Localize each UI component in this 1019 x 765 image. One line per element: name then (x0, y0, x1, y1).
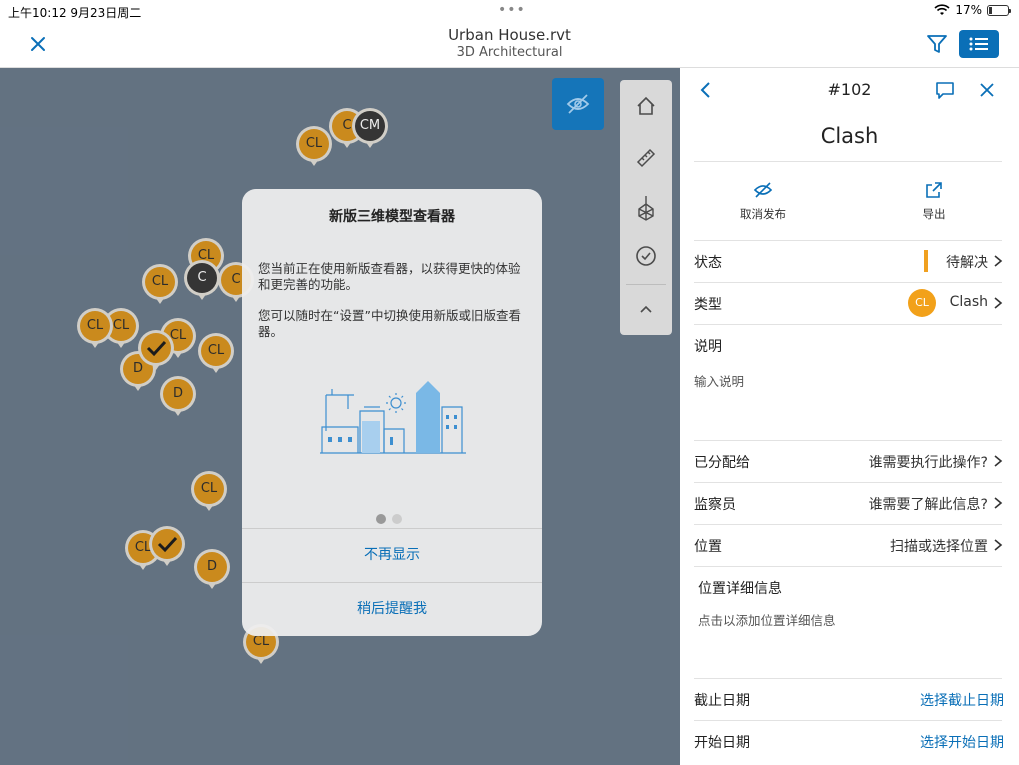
status-row[interactable]: 状态 待解决 (694, 241, 1004, 282)
status-color-bar (924, 250, 928, 272)
issue-list-button[interactable] (959, 30, 999, 58)
location-details-row: 位置详细信息 (698, 567, 1008, 608)
issue-title: Clash (820, 124, 879, 148)
page-dot (392, 514, 402, 524)
start-date-value[interactable]: 选择开始日期 (920, 732, 1004, 752)
status-label: 状态 (694, 255, 722, 271)
status-bar: 上午10:12 9月23日周二 ••• 17% (0, 0, 1019, 22)
comment-icon[interactable] (933, 78, 957, 102)
type-value: Clash (949, 294, 988, 310)
description-label: 说明 (694, 339, 722, 355)
list-icon (969, 37, 988, 51)
chevron-right-icon (994, 297, 1003, 309)
dont-show-again-button[interactable]: 不再显示 (242, 528, 542, 580)
divider (694, 161, 1002, 162)
due-date-row[interactable]: 截止日期 选择截止日期 (694, 679, 1004, 720)
location-label: 位置 (694, 539, 722, 555)
type-row[interactable]: 类型 CL Clash (694, 283, 1004, 324)
dialog-paragraph: 您可以随时在“设置”中切换使用新版或旧版查看器。 (258, 308, 521, 339)
issue-detail-panel: #102 Clash 取消发布 导出 状态 待解决 类型 CL Clash 说明… (680, 68, 1019, 765)
export-label: 导出 (922, 207, 946, 221)
app-header: Urban House.rvt 3D Architectural (0, 22, 1019, 68)
unpublish-button[interactable]: 取消发布 (718, 178, 808, 222)
wifi-icon (934, 4, 950, 15)
status-right: 17% (934, 3, 1011, 17)
issue-number: #102 (827, 80, 872, 99)
due-date-label: 截止日期 (694, 693, 750, 709)
chevron-right-icon (994, 255, 1003, 267)
page-dot-active (376, 514, 386, 524)
location-row[interactable]: 位置 扫描或选择位置 (694, 525, 1004, 566)
share-icon (926, 182, 942, 198)
filter-icon[interactable] (925, 32, 949, 56)
assigned-label: 已分配给 (694, 455, 750, 471)
type-avatar: CL (908, 289, 936, 317)
remind-later-button[interactable]: 稍后提醒我 (242, 582, 542, 634)
city-illustration-icon (320, 381, 466, 454)
battery-percent: 17% (955, 3, 982, 17)
assigned-row[interactable]: 已分配给 谁需要执行此操作? (694, 441, 1004, 482)
document-title: Urban House.rvt (448, 26, 571, 44)
page-indicator (376, 509, 416, 524)
watchers-row[interactable]: 监察员 谁需要了解此信息? (694, 483, 1004, 524)
status-value: 待解决 (946, 255, 988, 271)
description-row: 说明 (694, 325, 1004, 366)
chevron-right-icon (994, 497, 1003, 509)
eye-off-icon (753, 182, 773, 198)
type-label: 类型 (694, 297, 722, 313)
location-details-label: 位置详细信息 (698, 581, 782, 597)
dialog-paragraph: 您当前正在使用新版查看器，以获得更快的体验和更完善的功能。 (258, 261, 521, 292)
due-date-value[interactable]: 选择截止日期 (920, 690, 1004, 710)
model-viewer[interactable]: CL C CM CL C C CL CL CL CL CL D D CL CL … (0, 68, 680, 765)
multitask-dots[interactable]: ••• (498, 2, 526, 18)
battery-icon (987, 4, 1011, 16)
watchers-value: 谁需要了解此信息? (868, 497, 988, 513)
chevron-right-icon (994, 455, 1003, 467)
location-value: 扫描或选择位置 (890, 539, 988, 555)
watchers-label: 监察员 (694, 497, 736, 513)
assigned-value: 谁需要执行此操作? (868, 455, 988, 471)
start-date-label: 开始日期 (694, 735, 750, 751)
close-icon[interactable] (975, 78, 999, 102)
unpublish-label: 取消发布 (740, 207, 786, 221)
document-subtitle: 3D Architectural (456, 45, 563, 60)
export-button[interactable]: 导出 (889, 178, 979, 222)
chevron-right-icon (994, 539, 1003, 551)
location-details-input[interactable]: 点击以添加位置详细信息 (698, 610, 836, 629)
description-input[interactable]: 输入说明 (694, 371, 744, 390)
dialog-title: 新版三维模型查看器 (329, 209, 455, 225)
status-time: 上午10:12 9月23日周二 (8, 6, 142, 20)
start-date-row[interactable]: 开始日期 选择开始日期 (694, 721, 1004, 762)
new-viewer-dialog: 新版三维模型查看器 您当前正在使用新版查看器，以获得更快的体验和更完善的功能。 … (242, 189, 542, 636)
